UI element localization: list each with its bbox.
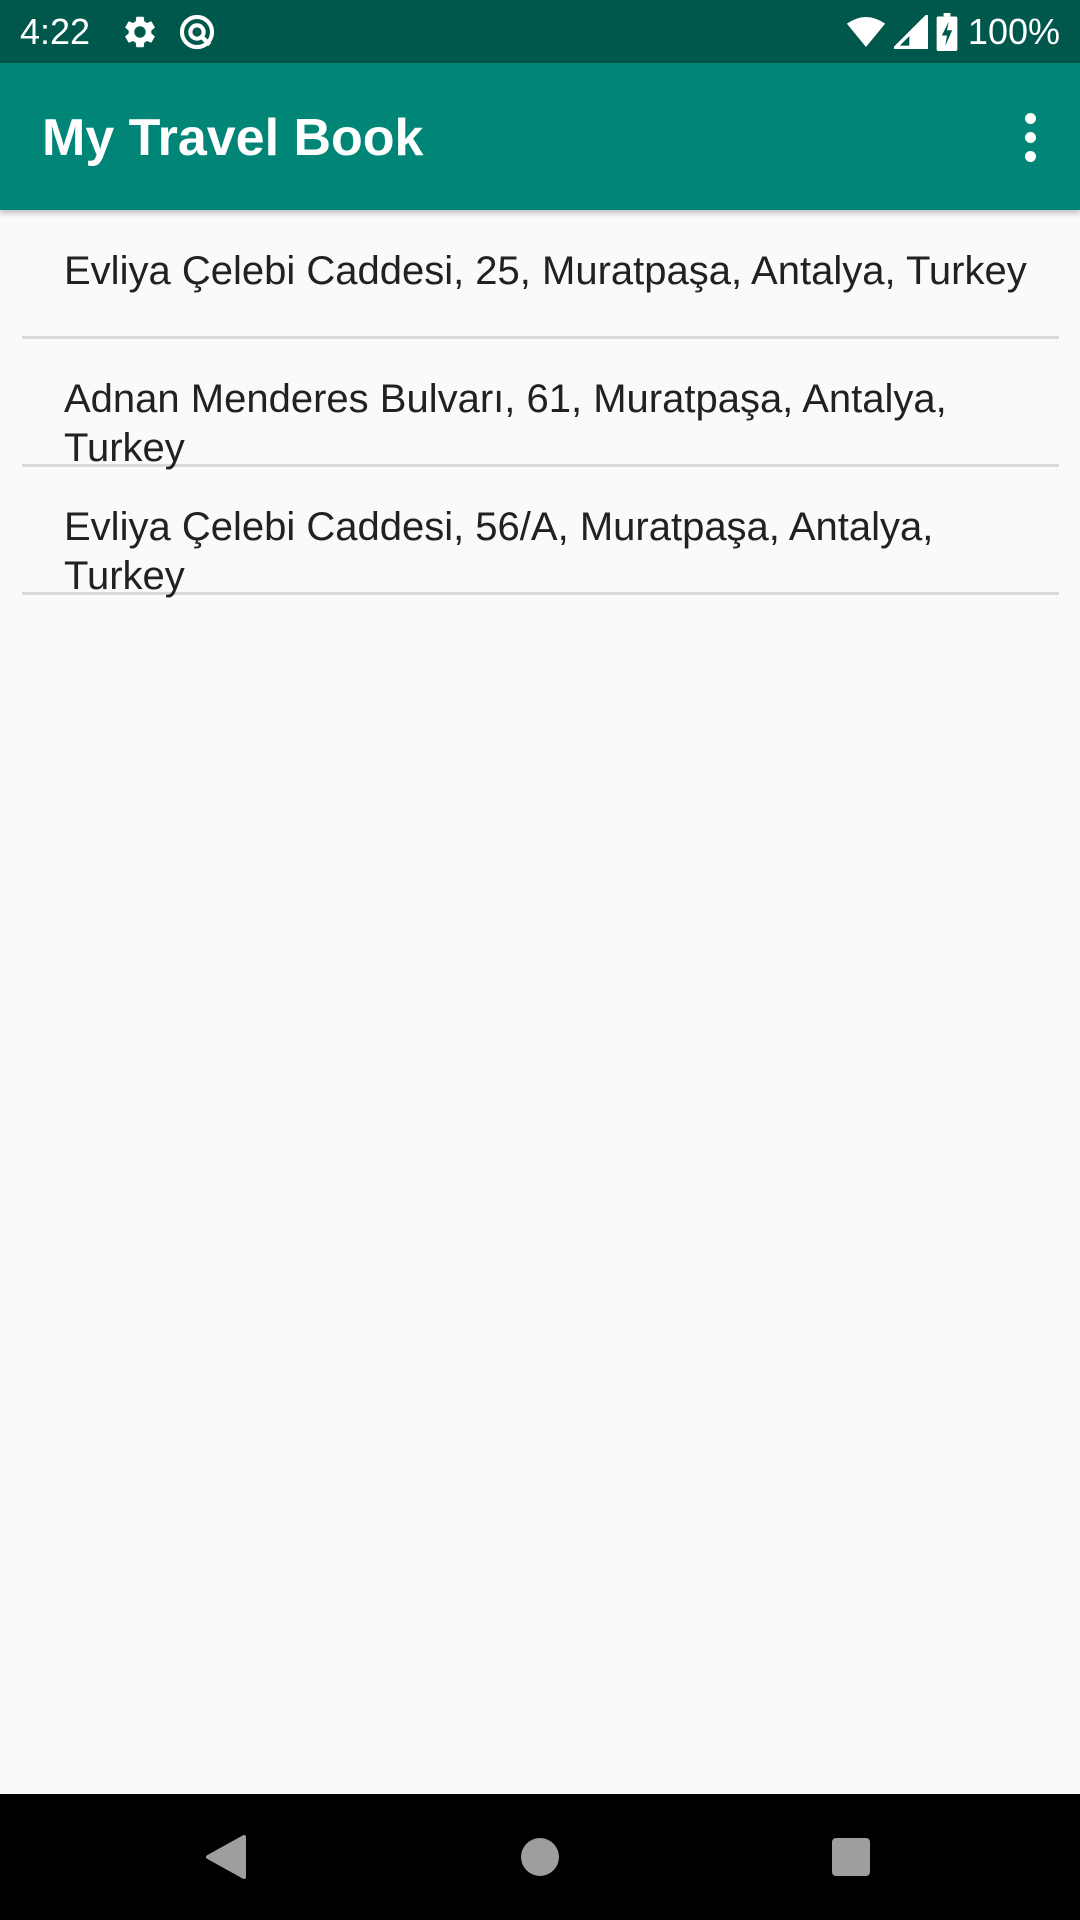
- list-item[interactable]: Evliya Çelebi Caddesi, 25, Muratpaşa, An…: [22, 211, 1059, 339]
- recents-icon: [832, 1838, 870, 1876]
- place-address: Evliya Çelebi Caddesi, 25, Muratpaşa, An…: [64, 249, 1027, 293]
- battery-percentage: 100%: [967, 11, 1060, 52]
- place-address: Adnan Menderes Bulvarı, 61, Muratpaşa, A…: [64, 377, 947, 470]
- recents-button[interactable]: [811, 1817, 891, 1897]
- status-bar: 4:22 100%: [0, 0, 1080, 63]
- battery-charging-icon: [936, 13, 958, 51]
- sync-icon: [179, 14, 215, 50]
- app-bar: My Travel Book: [0, 63, 1080, 210]
- status-icons: 100%: [846, 10, 1060, 54]
- app-title: My Travel Book: [42, 109, 424, 167]
- navigation-bar: [0, 1794, 1080, 1920]
- home-icon: [521, 1838, 559, 1876]
- back-icon: [206, 1835, 246, 1879]
- list-item[interactable]: Evliya Çelebi Caddesi, 56/A, Muratpaşa, …: [22, 467, 1059, 598]
- list-item[interactable]: Adnan Menderes Bulvarı, 61, Muratpaşa, A…: [22, 339, 1059, 470]
- wifi-icon: [846, 17, 886, 47]
- status-time: 4:22: [20, 11, 91, 52]
- gear-icon: [125, 16, 155, 48]
- place-address: Evliya Çelebi Caddesi, 56/A, Muratpaşa, …: [64, 505, 934, 598]
- home-button[interactable]: [500, 1817, 580, 1897]
- signal-icon: [893, 15, 928, 49]
- overflow-menu-button[interactable]: [980, 87, 1080, 187]
- places-list: Evliya Çelebi Caddesi, 25, Muratpaşa, An…: [22, 211, 1059, 598]
- back-button[interactable]: [186, 1817, 266, 1897]
- more-vert-icon: [1024, 109, 1036, 166]
